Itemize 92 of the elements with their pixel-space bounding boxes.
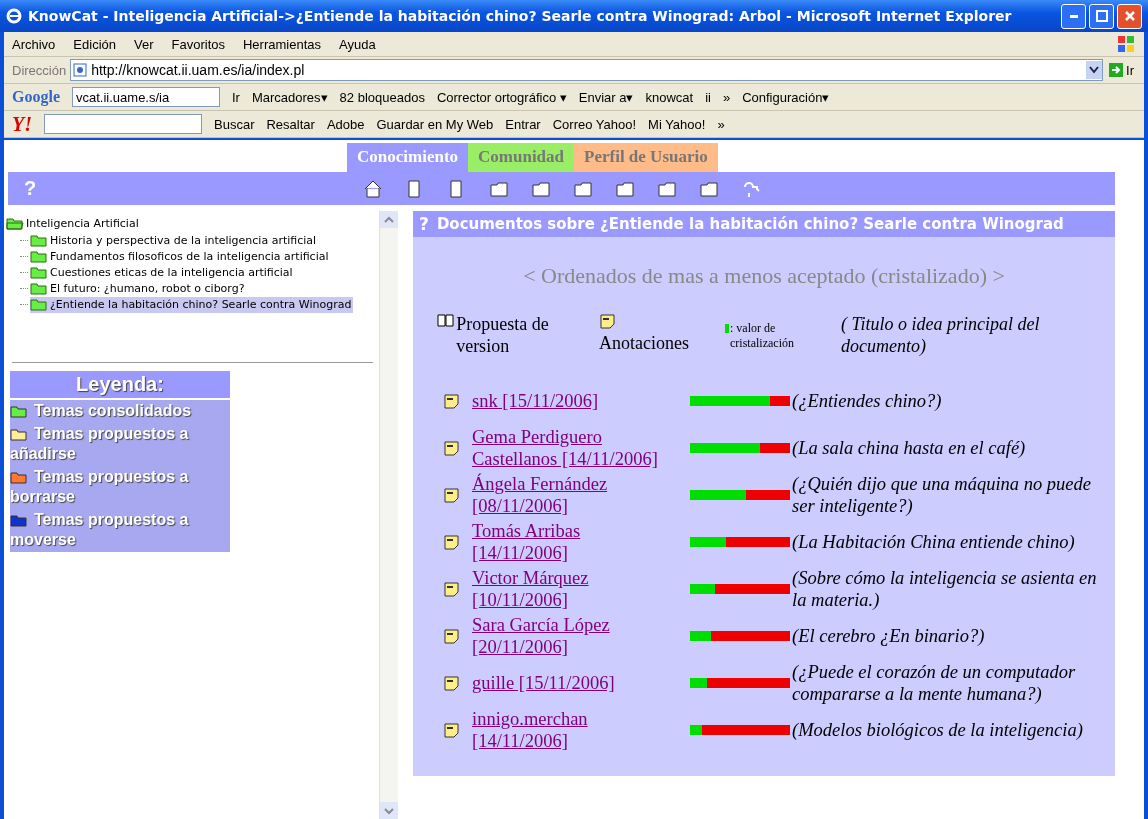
- book-icon: [437, 313, 455, 327]
- author-link[interactable]: Ángela Fernández [08/11/2006]: [472, 473, 678, 517]
- toolbar-button[interactable]: Marcadores▾: [251, 89, 328, 105]
- menu-item[interactable]: Herramientas: [243, 36, 321, 52]
- toolbar-button[interactable]: Mi Yahoo!: [648, 116, 706, 132]
- folder-icon: [30, 234, 48, 247]
- author-link[interactable]: Tomás Arribas [14/11/2006]: [472, 520, 678, 564]
- column-label: Propuesta de version: [456, 313, 550, 357]
- windows-logo-icon: [1116, 34, 1136, 54]
- toolbar-button[interactable]: Enviar a▾: [578, 89, 634, 105]
- tree-item[interactable]: Fundamentos filosoficos de la inteligencia artificial: [30, 248, 331, 265]
- legend-label: Temas propuestos a moverse: [10, 510, 189, 548]
- toolbar-button[interactable]: »: [722, 89, 731, 105]
- author-link[interactable]: Sara García López [20/11/2006]: [472, 614, 678, 658]
- scrollbar[interactable]: [379, 211, 398, 819]
- close-icon: [1123, 10, 1136, 22]
- column-label: Anotaciones: [599, 333, 690, 354]
- tree-item[interactable]: ¿Entiende la habitación chino? Searle contra Winograd: [30, 296, 354, 313]
- document-title: (Modelos biológicos de la inteligencia): [792, 719, 1084, 742]
- note-icon: [443, 628, 461, 644]
- author-link[interactable]: Victor Márquez [10/11/2006]: [472, 567, 678, 611]
- address-label: Dirección: [12, 62, 67, 78]
- bar-sample-icon: [725, 324, 729, 333]
- note-icon: [443, 675, 461, 691]
- author-link[interactable]: snk [15/11/2006]: [472, 379, 599, 423]
- maximize-icon: [1095, 10, 1108, 22]
- window-title: KnowCat - Inteligencia Artificial->¿Entiende la habitación chino? Searle contra Winograd: Arbol - Microsoft Internet Explorer: [28, 8, 1012, 24]
- legend-label: Temas consolidados: [34, 401, 192, 419]
- legend-title: Leyenda:: [10, 370, 230, 400]
- toolbar-button[interactable]: Corrector ortográfico ▾: [436, 89, 567, 105]
- scroll-down-icon[interactable]: [384, 806, 394, 815]
- panel-title: Documentos sobre ¿Entiende la habitación chino? Searle contra Winograd: [436, 215, 1064, 233]
- author-link[interactable]: guille [15/11/2006]: [472, 661, 615, 705]
- toolbar-button[interactable]: ii: [705, 89, 711, 105]
- toolbar-button[interactable]: Guardar en My Web: [376, 116, 494, 132]
- close-button[interactable]: [1117, 3, 1142, 29]
- toolbar-button[interactable]: Correo Yahoo!: [552, 116, 637, 132]
- menu-item[interactable]: Archivo: [12, 36, 56, 52]
- legend-label: Temas propuestos a añadirse: [10, 424, 189, 462]
- toolbar-button[interactable]: Buscar: [214, 116, 255, 132]
- note-icon: [443, 393, 461, 409]
- menu-item[interactable]: Ayuda: [339, 36, 376, 52]
- document-title: (La Habitación China entiende chino): [792, 531, 1076, 554]
- menu-item[interactable]: Favoritos: [171, 36, 225, 52]
- toolbar-button[interactable]: Configuración▾: [742, 89, 830, 105]
- toolbar-button[interactable]: »: [717, 116, 725, 132]
- toolbar-button[interactable]: Ir: [232, 89, 240, 105]
- page-icon: [73, 63, 88, 77]
- folder-icon: [30, 250, 48, 263]
- maximize-button[interactable]: [1089, 3, 1114, 29]
- folder-icon: [30, 298, 48, 311]
- column-label: ( Titulo o idea principal del documento): [841, 313, 1041, 357]
- note-icon: [443, 487, 461, 503]
- note-icon: [443, 534, 461, 550]
- note-icon: [443, 722, 461, 738]
- sort-caption: < Ordenados de mas a menos aceptado (cristalizado) >: [522, 263, 1006, 289]
- search-field[interactable]: [44, 114, 202, 134]
- menu-item[interactable]: Ver: [134, 36, 154, 52]
- note-icon: [443, 440, 461, 456]
- google-logo: Google: [12, 88, 60, 106]
- yahoo-logo: Y!: [12, 112, 32, 136]
- toolbar-button[interactable]: 82 bloqueados: [339, 89, 425, 105]
- tree-item[interactable]: Historia y perspectiva de la inteligencia artificial: [30, 232, 319, 249]
- search-field[interactable]: vcat.ii.uame.s/ia: [72, 87, 220, 107]
- note-icon: [599, 313, 617, 329]
- legend-note: : valor de cristalización: [730, 321, 795, 351]
- folder-icon: [30, 266, 48, 279]
- tree-item[interactable]: Cuestiones eticas de la inteligencia artificial: [30, 264, 295, 281]
- toolbar-button[interactable]: Entrar: [505, 116, 541, 132]
- tree-item[interactable]: El futuro: ¿humano, robot o ciborg?: [30, 280, 247, 297]
- toolbar-button[interactable]: Adobe: [326, 116, 365, 132]
- toolbar-button[interactable]: Resaltar: [266, 116, 315, 132]
- author-link[interactable]: Gema Perdiguero Castellanos [14/11/2006]: [472, 426, 678, 470]
- scroll-up-icon[interactable]: [384, 215, 394, 224]
- legend-label: Temas propuestos a borrarse: [10, 467, 189, 505]
- go-button[interactable]: Ir: [1107, 62, 1136, 78]
- tree-item[interactable]: Inteligencia Artificial: [6, 215, 141, 231]
- browser-icon: [6, 8, 22, 24]
- document-title: (¿Quién dijo que una máquina no puede ser inteligente?): [792, 473, 1093, 517]
- toolbar-button[interactable]: knowcat: [645, 89, 694, 105]
- author-link[interactable]: innigo.merchan [14/11/2006]: [472, 708, 678, 752]
- address-field[interactable]: http://knowcat.ii.uam.es/ia/index.pl: [70, 59, 1104, 81]
- minimize-icon: [1069, 14, 1078, 18]
- menu-item[interactable]: Edición: [73, 36, 116, 52]
- document-title: (Sobre cómo la inteligencia se asienta en la materia.): [792, 567, 1098, 611]
- document-title: (La sala china hasta en el café): [792, 437, 1027, 460]
- note-icon: [443, 581, 461, 597]
- minimize-button[interactable]: [1061, 3, 1086, 29]
- document-title: (¿Puede el corazón de un computador compararse a la mente humana?): [792, 661, 1077, 705]
- document-title: (El cerebro ¿En binario?): [792, 625, 986, 648]
- home-icon[interactable]: [363, 178, 383, 199]
- document-title: (¿Entiendes chino?): [792, 390, 943, 413]
